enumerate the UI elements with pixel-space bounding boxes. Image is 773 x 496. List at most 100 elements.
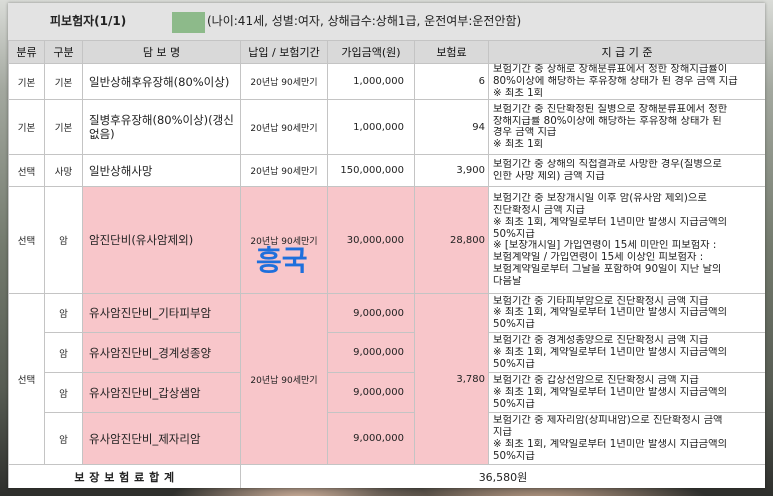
criteria-line: ※ 최초 1회	[493, 139, 544, 151]
column-header-amount: 가입금액(원)	[327, 40, 415, 64]
row-category: 선택	[8, 186, 45, 295]
row-type: 기본	[44, 99, 83, 156]
coverage-table: 분류 구분 담 보 명 납입 / 보험기간 가입금액(원) 보험료 지 급 기 …	[8, 40, 765, 488]
criteria-line: 진단확정시 금액 지급	[493, 205, 585, 216]
redacted-name-block	[172, 12, 205, 33]
column-header-term: 납입 / 보험기간	[240, 40, 328, 64]
payment-term: 20년납 90세만기	[240, 293, 328, 466]
payment-criteria: 보험기간 중 진단확정된 질병으로 장해분류표에서 정한 장해지급률 80%이상…	[488, 99, 765, 156]
row-type: 암	[44, 412, 83, 466]
insured-details: (나이:41세, 성별:여자, 상해급수:상해1급, 운전여부:운전안함)	[207, 14, 522, 28]
coverage-amount: 9,000,000	[327, 372, 415, 414]
criteria-line: 지급	[493, 427, 512, 439]
payment-criteria: 보험기간 중 상해의 직접결과로 사망한 경우(질병으로 인한 사망 제외) 금…	[488, 154, 765, 188]
table-row: 기본 기본 일반상해후유장해(80%이상) 20년납 90세만기 1,000,0…	[8, 62, 765, 101]
criteria-line: 보험기간 중 상해의 직접결과로 사망한 경우(질병으로	[493, 159, 722, 171]
criteria-line: ※ 최초 1회, 계약일로부터 1년미만 발생시 지급금액의	[493, 216, 728, 228]
criteria-line: 보험기간 중 진단확정된 질병으로 장해분류표에서 정한	[493, 103, 728, 115]
criteria-line: ※ 최초 1회	[493, 87, 544, 99]
row-type: 암	[44, 372, 83, 414]
criteria-line: ※ 최초 1회, 계약일로부터 1년미만 발생시 지급금액의	[493, 386, 728, 398]
coverage-amount: 9,000,000	[327, 412, 415, 466]
table-row: 선택 암 암진단비(유사암제외) 20년납 90세만기 30,000,000 2…	[8, 186, 765, 295]
coverage-amount: 30,000,000	[327, 186, 415, 295]
table-row: 암 유사암진단비_제자리암 9,000,000 보험기간 중 제자리암(상피내암…	[9, 412, 765, 466]
insurer-watermark: 흥국	[256, 244, 308, 277]
insured-header: 피보험자(1/1) (나이:41세, 성별:여자, 상해급수:상해1급, 운전여…	[8, 3, 765, 40]
criteria-line: 보험계약일 / 가입연령이 15세 이상인 피보험자 :	[493, 252, 704, 264]
criteria-line: 보험기간 중 기타피부암으로 진단확정시 금액 지급	[493, 295, 709, 307]
criteria-line: 인한 사망 제외) 금액 지급	[493, 170, 605, 182]
column-header-row: 분류 구분 담 보 명 납입 / 보험기간 가입금액(원) 보험료 지 급 기 …	[8, 40, 765, 64]
total-value: 36,580원	[240, 464, 765, 488]
payment-criteria: 보험기간 중 보장개시일 이후 암(유사암 제외)으로 진단확정시 금액 지급 …	[488, 186, 765, 295]
row-category: 선택	[8, 293, 45, 466]
criteria-line: 80%이상에 해당하는 후유장해 상태가 된 경우 금액 지급	[493, 75, 738, 87]
coverage-document: 피보험자(1/1) (나이:41세, 성별:여자, 상해급수:상해1급, 운전여…	[8, 3, 765, 488]
criteria-line: ※ 최초 1회, 계약일로부터 1년미만 발생시 지급금액의	[493, 438, 728, 450]
coverage-name: 유사암진단비_경계성종양	[82, 332, 241, 374]
premium: 28,800	[414, 186, 489, 295]
row-category: 기본	[8, 62, 45, 101]
row-type: 기본	[44, 62, 83, 101]
premium: 3,900	[414, 154, 489, 188]
premium: 3,780	[414, 293, 489, 466]
criteria-line: 보험계약일로부터 그날을 포함하여 90일이 지난 날의	[493, 263, 722, 275]
payment-term: 20년납 90세만기	[240, 186, 328, 295]
column-header-type: 구분	[44, 40, 83, 64]
coverage-amount: 1,000,000	[327, 62, 415, 101]
column-header-coverage: 담 보 명	[82, 40, 241, 64]
table-row: 선택 사망 일반상해사망 20년납 90세만기 150,000,000 3,90…	[8, 154, 765, 188]
criteria-line: 보험기간 중 상해로 장해분류표에서 정한 장해지급률이	[493, 64, 728, 75]
criteria-line: 다음날	[493, 275, 522, 287]
criteria-line: 50%지급	[493, 450, 535, 462]
coverage-name: 유사암진단비_제자리암	[82, 412, 241, 466]
criteria-line: 보험기간 중 제자리암(상피내암)으로 진단확정시 금액	[493, 415, 723, 427]
coverage-name: 유사암진단비_기타피부암	[82, 293, 241, 334]
row-category: 기본	[8, 99, 45, 156]
table-row: 기본 기본 질병후유장해(80%이상)(갱신없음) 20년납 90세만기 1,0…	[8, 99, 765, 156]
coverage-amount: 150,000,000	[327, 154, 415, 188]
criteria-line: 50%지급	[493, 228, 535, 240]
criteria-line: 경우 금액 지급	[493, 127, 557, 139]
table-row: 암 유사암진단비_경계성종양 9,000,000 보험기간 중 경계성종양으로 …	[9, 332, 765, 374]
row-type: 암	[44, 293, 83, 334]
payment-criteria: 보험기간 중 제자리암(상피내암)으로 진단확정시 금액 지급 ※ 최초 1회,…	[488, 412, 765, 466]
total-label: 보 장 보 험 료 합 계	[8, 464, 241, 488]
coverage-name: 유사암진단비_갑상샘암	[82, 372, 241, 414]
criteria-line: ※ 최초 1회, 계약일로부터 1년미만 발생시 지급금액의	[493, 307, 728, 319]
row-type: 암	[44, 332, 83, 374]
coverage-amount: 9,000,000	[327, 332, 415, 374]
criteria-line: 보험기간 중 보장개시일 이후 암(유사암 제외)으로	[493, 193, 707, 205]
criteria-line: 보험기간 중 경계성종양으로 진단확정시 금액 지급	[493, 335, 709, 347]
criteria-line: ※ [보장개시일] 가입연령이 15세 미만인 피보험자 :	[493, 240, 717, 252]
coverage-amount: 1,000,000	[327, 99, 415, 156]
payment-term: 20년납 90세만기	[240, 99, 328, 156]
row-type: 사망	[44, 154, 83, 188]
criteria-line: 50%지급	[493, 398, 535, 410]
payment-criteria: 보험기간 중 기타피부암으로 진단확정시 금액 지급 ※ 최초 1회, 계약일로…	[488, 293, 765, 334]
insured-title: 피보험자(1/1)	[50, 14, 127, 28]
premium: 6	[414, 62, 489, 101]
criteria-line: 50%지급	[493, 319, 535, 331]
payment-term: 20년납 90세만기	[240, 154, 328, 188]
payment-term: 20년납 90세만기	[240, 62, 328, 101]
payment-criteria: 보험기간 중 경계성종양으로 진단확정시 금액 지급 ※ 최초 1회, 계약일로…	[488, 332, 765, 374]
column-header-premium: 보험료	[414, 40, 489, 64]
column-header-criteria: 지 급 기 준	[488, 40, 765, 64]
criteria-line: ※ 최초 1회, 계약일로부터 1년미만 발생시 지급금액의	[493, 346, 728, 358]
criteria-line: 장해지급률 80%이상에 해당하는 후유장해 상태가 된	[493, 115, 722, 127]
row-type: 암	[44, 186, 83, 295]
coverage-name: 일반상해사망	[82, 154, 241, 188]
coverage-amount: 9,000,000	[327, 293, 415, 334]
payment-criteria: 보험기간 중 상해로 장해분류표에서 정한 장해지급률이 80%이상에 해당하는…	[488, 62, 765, 101]
total-row: 보 장 보 험 료 합 계 36,580원	[8, 464, 765, 488]
row-category: 선택	[8, 154, 45, 188]
column-header-category: 분류	[8, 40, 45, 64]
coverage-name: 질병후유장해(80%이상)(갱신없음)	[82, 99, 241, 156]
premium: 94	[414, 99, 489, 156]
coverage-name: 암진단비(유사암제외)	[82, 186, 241, 295]
coverage-name: 일반상해후유장해(80%이상)	[82, 62, 241, 101]
criteria-line: 보험기간 중 갑상선암으로 진단확정시 금액 지급	[493, 375, 699, 387]
table-row: 선택 암 유사암진단비_기타피부암 20년납 90세만기 9,000,000 3…	[8, 293, 765, 466]
